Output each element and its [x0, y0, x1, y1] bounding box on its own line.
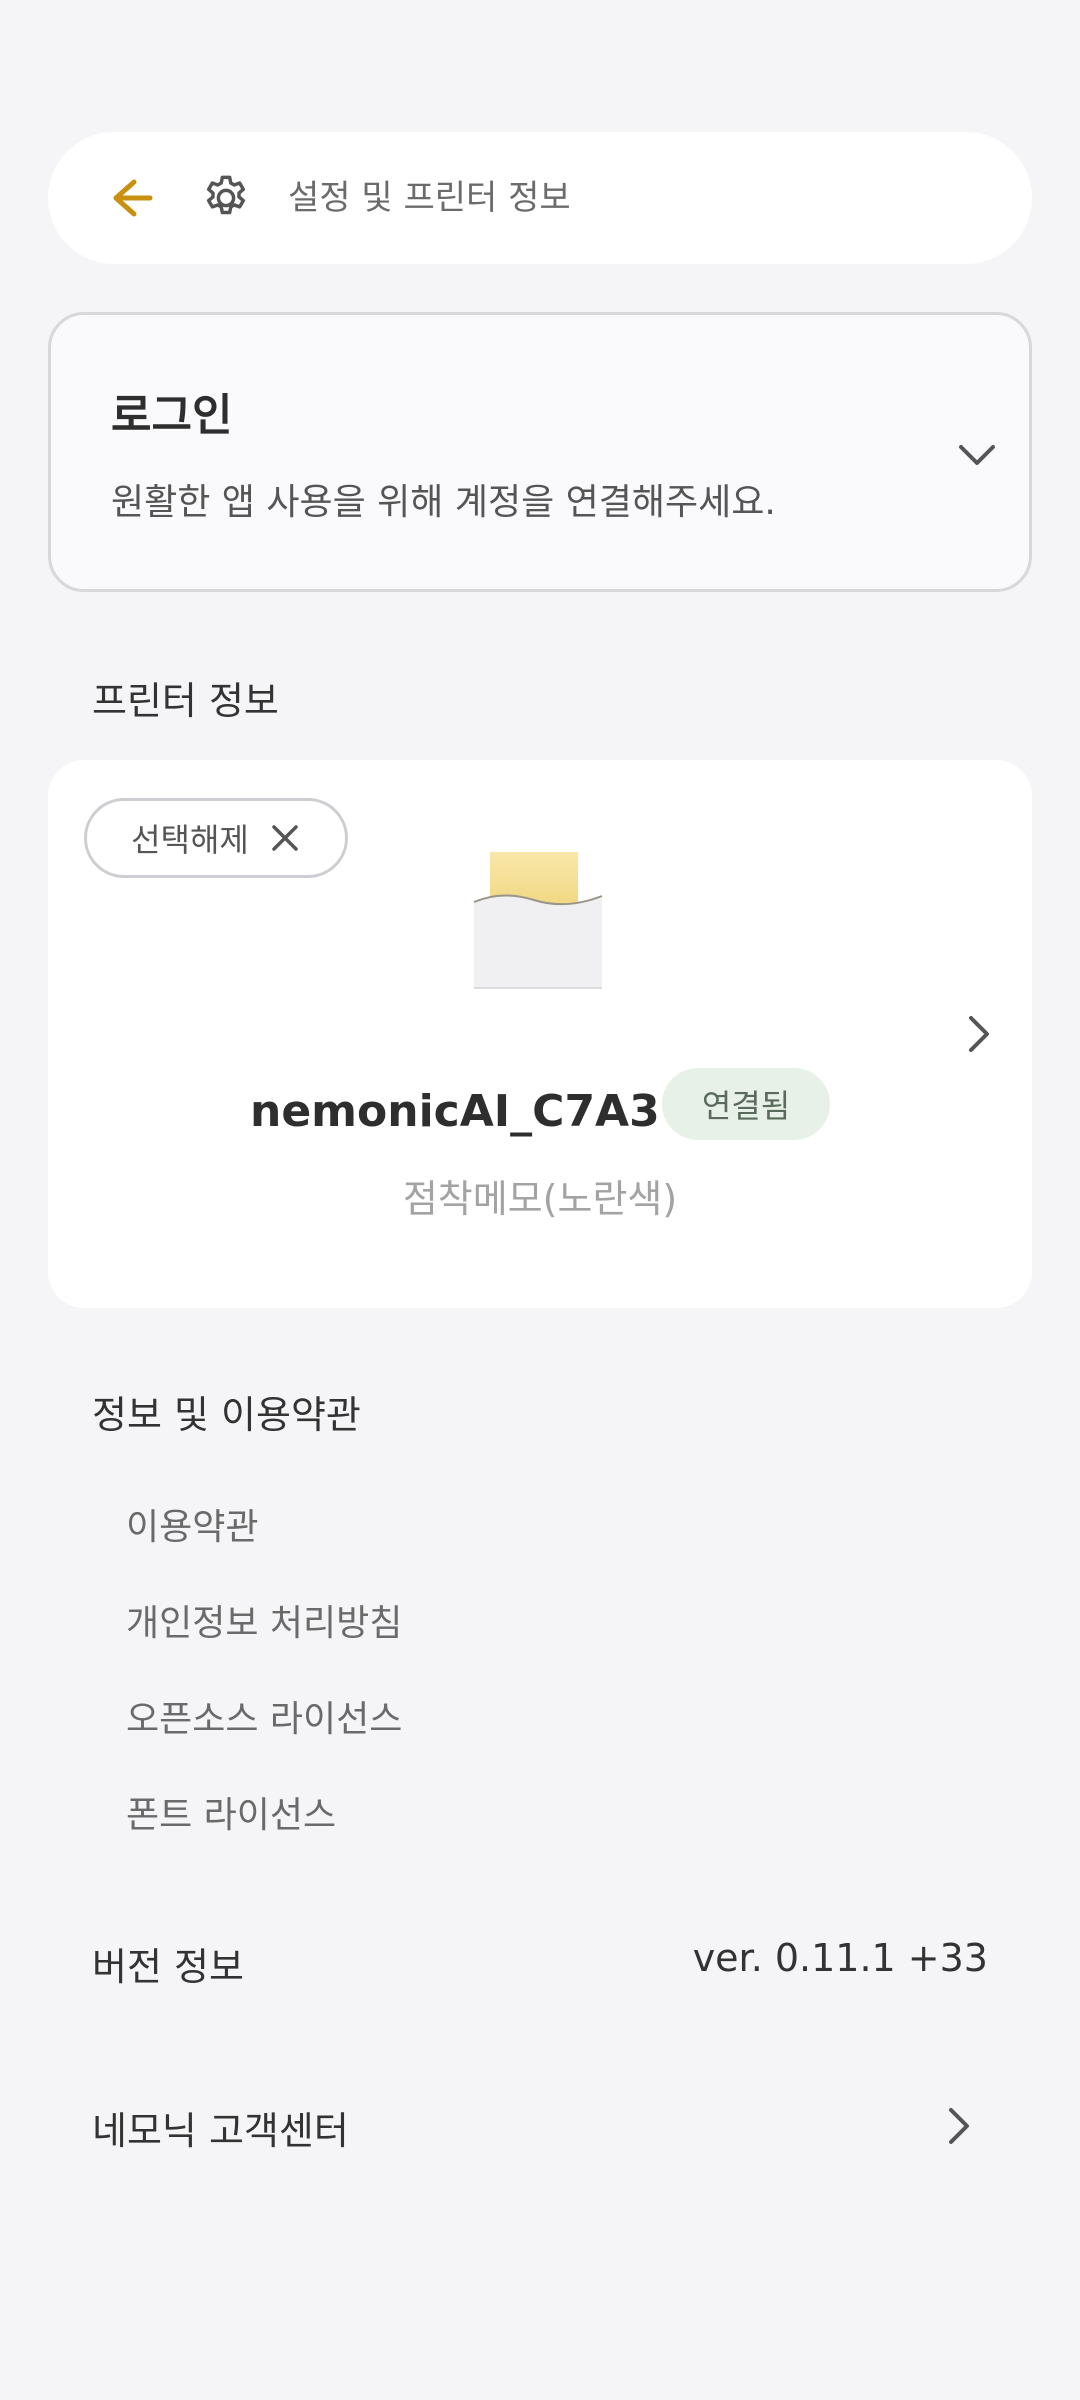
printer-name: nemonicAI_C7A3 [250, 1086, 660, 1137]
paper-type: 점착메모(노란색) [402, 1177, 678, 1221]
privacy-policy-link[interactable]: 개인정보 처리방침 [126, 1594, 402, 1646]
terms-link[interactable]: 이용약관 [126, 1498, 258, 1550]
top-bar: 설정 및 프린터 정보 [48, 132, 1032, 264]
deselect-button[interactable]: 선택해제 [84, 798, 348, 878]
gear-icon [198, 170, 254, 226]
close-icon [269, 822, 301, 854]
login-title: 로그인 [111, 390, 233, 441]
deselect-label: 선택해제 [131, 821, 249, 859]
printer-section-label: 프린터 정보 [92, 679, 279, 723]
chevron-right-icon [928, 2096, 988, 2156]
version-label: 버전 정보 [92, 1945, 244, 1989]
font-license-link[interactable]: 폰트 라이선스 [126, 1786, 336, 1838]
customer-center-label: 네모닉 고객센터 [92, 2109, 349, 2153]
status-badge: 연결됨 [662, 1068, 830, 1140]
page-title: 설정 및 프린터 정보 [288, 178, 571, 218]
chevron-down-icon[interactable] [949, 427, 1005, 483]
open-source-license-link[interactable]: 오픈소스 라이선스 [126, 1690, 402, 1742]
info-section-label: 정보 및 이용약관 [92, 1393, 361, 1437]
arrow-left-icon[interactable] [100, 168, 160, 228]
customer-center-row[interactable]: 네모닉 고객센터 [48, 2090, 1032, 2162]
printer-card[interactable]: 선택해제 nemonicAI_C7A3 연결됨 점착메모(노란색) [48, 760, 1032, 1308]
chevron-right-icon[interactable] [948, 1004, 1008, 1064]
version-value: ver. 0.11.1 +33 [692, 1936, 988, 1980]
printer-image [472, 844, 604, 990]
login-description: 원활한 앱 사용을 위해 계정을 연결해주세요. [111, 482, 776, 523]
login-card[interactable]: 로그인 원활한 앱 사용을 위해 계정을 연결해주세요. [48, 312, 1032, 592]
status-text: 연결됨 [701, 1087, 791, 1125]
